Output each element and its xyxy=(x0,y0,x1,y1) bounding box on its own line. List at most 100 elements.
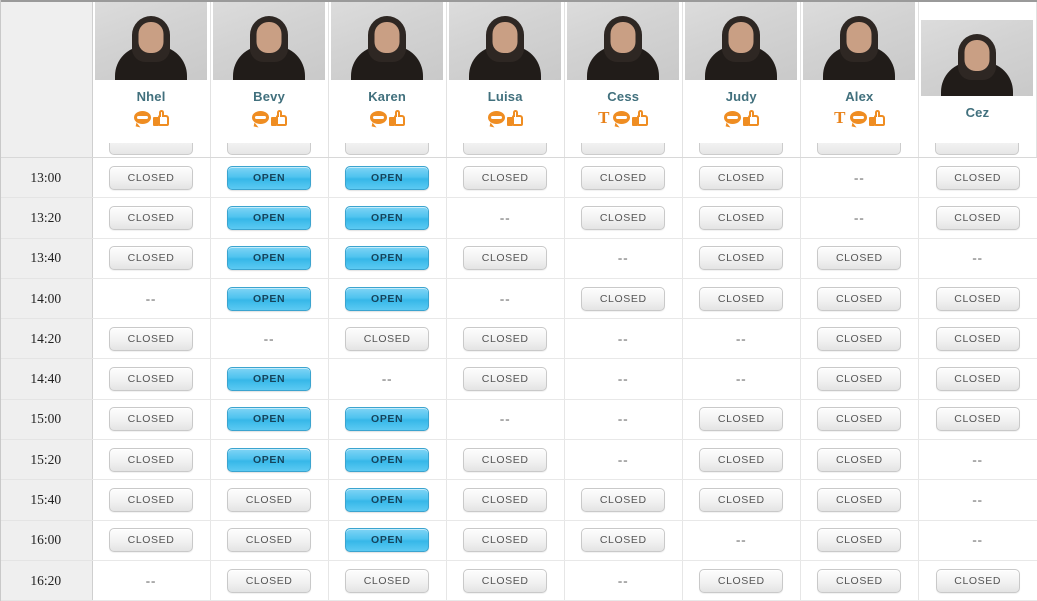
slot-cell-cez-1320[interactable]: CLOSED xyxy=(918,197,1037,239)
slot-closed-button[interactable]: CLOSED xyxy=(109,407,194,432)
slot-cell-bevy-1600[interactable]: CLOSED xyxy=(210,520,329,561)
slot-closed-button[interactable]: CLOSED xyxy=(109,367,194,392)
clipped-slot-button[interactable] xyxy=(463,143,548,155)
slot-cell-bevy-1320[interactable]: OPEN xyxy=(210,197,329,239)
agent-name[interactable]: Cess xyxy=(607,89,639,104)
slot-closed-button[interactable]: CLOSED xyxy=(817,568,902,593)
chat-bubble-icon[interactable] xyxy=(613,110,631,127)
slot-closed-button[interactable]: CLOSED xyxy=(935,326,1020,351)
slot-cell-nhel-1340[interactable]: CLOSED xyxy=(92,238,211,279)
slot-closed-button[interactable]: CLOSED xyxy=(109,246,194,271)
slot-cell-cez-1540[interactable]: -- xyxy=(918,479,1037,521)
slot-cell-bevy-1620[interactable]: CLOSED xyxy=(210,560,329,601)
agent-card[interactable]: Cess T xyxy=(564,0,682,157)
slot-cell-nhel-1400[interactable]: -- xyxy=(92,278,211,320)
slot-cell-luisa-1320[interactable]: -- xyxy=(446,197,565,239)
slot-open-button[interactable]: OPEN xyxy=(227,205,312,230)
slot-cell-cess-1300[interactable]: CLOSED xyxy=(564,157,683,199)
slot-cell-karen-1620[interactable]: CLOSED xyxy=(328,560,447,601)
agent-card[interactable]: Alex T xyxy=(800,0,918,157)
slot-closed-button[interactable]: CLOSED xyxy=(817,367,902,392)
slot-closed-button[interactable]: CLOSED xyxy=(699,488,784,513)
slot-cell-judy-1340[interactable]: CLOSED xyxy=(682,238,801,279)
slot-cell-luisa-1500[interactable]: -- xyxy=(446,399,565,441)
slot-open-button[interactable]: OPEN xyxy=(227,367,312,392)
slot-cell-alex-1540[interactable]: CLOSED xyxy=(800,479,919,521)
slot-cell-nhel-1420[interactable]: CLOSED xyxy=(92,318,211,360)
slot-cell-karen-1520[interactable]: OPEN xyxy=(328,439,447,481)
agent-name[interactable]: Alex xyxy=(845,89,873,104)
slot-closed-button[interactable]: CLOSED xyxy=(935,286,1020,311)
slot-cell-judy-1600[interactable]: -- xyxy=(682,520,801,561)
slot-open-button[interactable]: OPEN xyxy=(345,246,430,271)
clipped-slot-button[interactable] xyxy=(345,143,430,155)
slot-closed-button[interactable]: CLOSED xyxy=(109,326,194,351)
agent-header-bevy[interactable]: Bevy xyxy=(210,0,329,158)
slot-cell-alex-1440[interactable]: CLOSED xyxy=(800,358,919,400)
slot-closed-button[interactable]: CLOSED xyxy=(935,407,1020,432)
slot-cell-cess-1440[interactable]: -- xyxy=(564,358,683,400)
agent-name[interactable]: Bevy xyxy=(253,89,285,104)
slot-cell-cess-1600[interactable]: CLOSED xyxy=(564,520,683,561)
agent-name[interactable]: Judy xyxy=(726,89,757,104)
slot-open-button[interactable]: OPEN xyxy=(227,246,312,271)
slot-closed-button[interactable]: CLOSED xyxy=(463,488,548,513)
thumbs-up-icon[interactable] xyxy=(506,110,523,126)
slot-cell-cess-1320[interactable]: CLOSED xyxy=(564,197,683,239)
thumbs-up-icon[interactable] xyxy=(388,110,405,126)
slot-closed-button[interactable]: CLOSED xyxy=(935,568,1020,593)
clipped-slot-button[interactable] xyxy=(227,143,312,155)
slot-closed-button[interactable]: CLOSED xyxy=(817,528,902,553)
slot-cell-judy-1520[interactable]: CLOSED xyxy=(682,439,801,481)
slot-closed-button[interactable]: CLOSED xyxy=(935,205,1020,230)
slot-cell-luisa-1520[interactable]: CLOSED xyxy=(446,439,565,481)
slot-cell-alex-1320[interactable]: -- xyxy=(800,197,919,239)
slot-cell-judy-1540[interactable]: CLOSED xyxy=(682,479,801,521)
slot-cell-cez-1500[interactable]: CLOSED xyxy=(918,399,1037,441)
slot-closed-button[interactable]: CLOSED xyxy=(581,528,666,553)
slot-open-button[interactable]: OPEN xyxy=(227,447,312,472)
slot-cell-karen-1440[interactable]: -- xyxy=(328,358,447,400)
slot-closed-button[interactable]: CLOSED xyxy=(345,326,430,351)
agent-header-cess[interactable]: Cess T xyxy=(564,0,683,158)
agent-header-luisa[interactable]: Luisa xyxy=(446,0,565,158)
slot-open-button[interactable]: OPEN xyxy=(345,286,430,311)
slot-cell-nhel-1440[interactable]: CLOSED xyxy=(92,358,211,400)
slot-cell-judy-1300[interactable]: CLOSED xyxy=(682,157,801,199)
slot-cell-nhel-1300[interactable]: CLOSED xyxy=(92,157,211,199)
thumbs-up-icon[interactable] xyxy=(152,110,169,126)
slot-closed-button[interactable]: CLOSED xyxy=(581,165,666,190)
clipped-slot-button[interactable] xyxy=(817,143,902,155)
chat-bubble-icon[interactable] xyxy=(487,110,505,127)
slot-open-button[interactable]: OPEN xyxy=(345,407,430,432)
slot-cell-alex-1620[interactable]: CLOSED xyxy=(800,560,919,601)
slot-open-button[interactable]: OPEN xyxy=(345,488,430,513)
agent-name[interactable]: Cez xyxy=(966,105,990,120)
slot-cell-karen-1600[interactable]: OPEN xyxy=(328,520,447,561)
slot-closed-button[interactable]: CLOSED xyxy=(227,528,312,553)
clipped-slot-button[interactable] xyxy=(699,143,784,155)
slot-cell-luisa-1620[interactable]: CLOSED xyxy=(446,560,565,601)
slot-closed-button[interactable]: CLOSED xyxy=(463,165,548,190)
slot-cell-alex-1520[interactable]: CLOSED xyxy=(800,439,919,481)
slot-closed-button[interactable]: CLOSED xyxy=(699,205,784,230)
slot-open-button[interactable]: OPEN xyxy=(227,286,312,311)
slot-cell-nhel-1540[interactable]: CLOSED xyxy=(92,479,211,521)
slot-closed-button[interactable]: CLOSED xyxy=(699,568,784,593)
slot-cell-bevy-1500[interactable]: OPEN xyxy=(210,399,329,441)
text-t-icon[interactable]: T xyxy=(834,109,845,126)
agent-card[interactable]: Luisa xyxy=(446,0,564,157)
agent-name[interactable]: Karen xyxy=(368,89,406,104)
thumbs-up-icon[interactable] xyxy=(742,110,759,126)
slot-closed-button[interactable]: CLOSED xyxy=(817,286,902,311)
slot-closed-button[interactable]: CLOSED xyxy=(699,407,784,432)
slot-closed-button[interactable]: CLOSED xyxy=(817,447,902,472)
slot-cell-cez-1440[interactable]: CLOSED xyxy=(918,358,1037,400)
slot-cell-karen-1320[interactable]: OPEN xyxy=(328,197,447,239)
slot-cell-alex-1300[interactable]: -- xyxy=(800,157,919,199)
chat-bubble-icon[interactable] xyxy=(369,110,387,127)
slot-open-button[interactable]: OPEN xyxy=(345,447,430,472)
slot-cell-nhel-1600[interactable]: CLOSED xyxy=(92,520,211,561)
clipped-slot-button[interactable] xyxy=(581,143,666,155)
slot-cell-cez-1600[interactable]: -- xyxy=(918,520,1037,561)
